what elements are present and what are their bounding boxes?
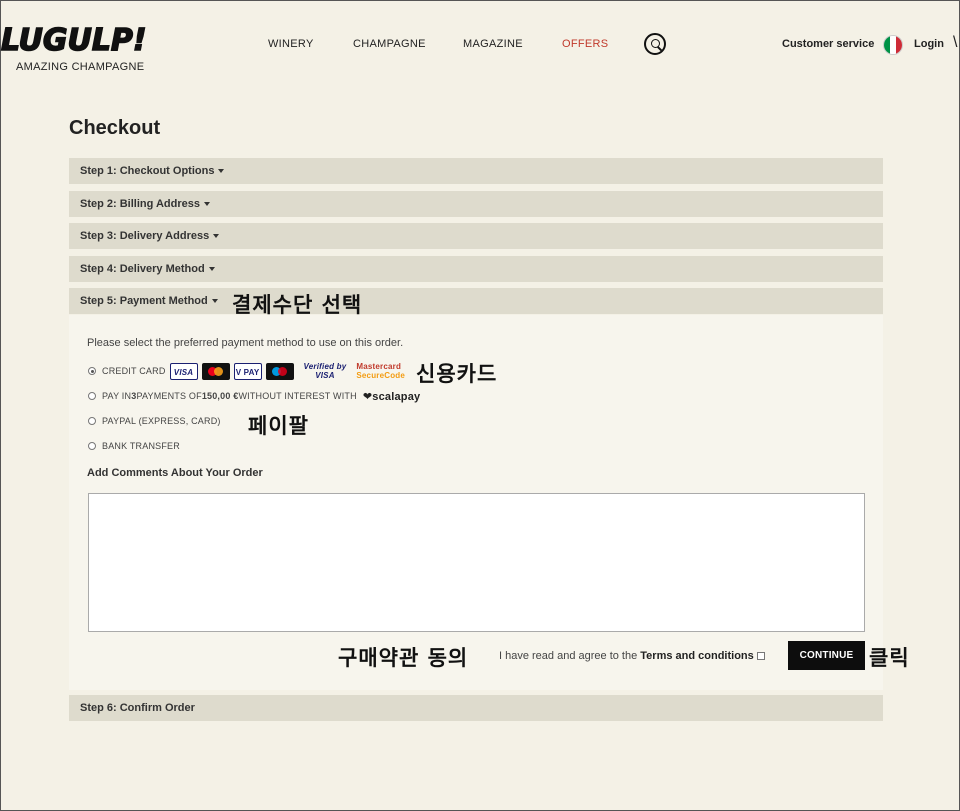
payment-option-credit-card[interactable]: CREDIT CARD VISA V PAY Verified by VISA M… [88,362,405,380]
agree-text: I have read and agree to the [499,650,641,662]
caret-down-icon [218,169,225,174]
radio-bank-transfer[interactable] [88,442,96,450]
caret-down-icon [208,267,215,272]
vpay-icon: V PAY [233,362,262,380]
payment-option-scalapay[interactable]: PAY IN 3 PAYMENTS OF 150,00 € WITHOUT IN… [88,388,420,404]
search-icon[interactable] [644,33,666,55]
maestro-icon [265,362,294,380]
terms-agreement: I have read and agree to the Terms and c… [499,650,765,662]
verified-line-1: Verified by [303,362,347,371]
nav-offers[interactable]: OFFERS [562,38,608,50]
visa-icon: VISA [169,362,198,380]
pay-in-amount: 150,00 € [201,391,239,401]
annotation-terms-agree: 구매약관 동의 [338,646,469,670]
annotation-paypal: 페이팔 [248,414,309,438]
step-delivery-address[interactable]: Step 3: Delivery Address [69,223,883,249]
step-label: Step 3: Delivery Address [80,230,210,242]
nav-magazine[interactable]: MAGAZINE [463,38,523,50]
step-confirm-order[interactable]: Step 6: Confirm Order [69,695,883,721]
step-label: Step 2: Billing Address [80,198,201,210]
cart-icon[interactable]: \ [953,34,957,52]
verified-line-2: VISA [315,371,335,380]
mastercard-securecode-icon: Mastercard SecureCode [356,362,405,380]
nav-champagne[interactable]: CHAMPAGNE [353,38,426,50]
annotation-credit-card: 신용카드 [416,362,498,386]
caret-down-icon [204,202,211,207]
step-label: Step 5: Payment Method [80,295,208,307]
pay-in-prefix: PAY IN [102,391,132,401]
comments-label: Add Comments About Your Order [87,467,263,479]
comments-textarea[interactable] [88,493,865,632]
nav-winery[interactable]: WINERY [268,38,314,50]
bank-transfer-label: BANK TRANSFER [102,441,180,451]
terms-checkbox[interactable] [756,652,765,661]
caret-down-icon [211,299,218,304]
verified-by-visa-icon: Verified by VISA [304,362,347,380]
payment-intro: Please select the preferred payment meth… [87,337,404,349]
radio-scalapay[interactable] [88,392,96,400]
step-payment-method[interactable]: Step 5: Payment Method [69,288,883,314]
step-label: Step 4: Delivery Method [80,263,205,275]
terms-link[interactable]: Terms and conditions [640,650,753,662]
caret-down-icon [213,234,220,239]
page-title: Checkout [69,117,161,139]
step-label: Step 6: Confirm Order [80,702,195,714]
annotation-payment-select: 결제수단 선택 [232,293,363,317]
annotation-click: 클릭 [869,646,910,670]
radio-credit-card[interactable] [88,367,96,375]
continue-button[interactable]: CONTINUE [788,641,865,670]
securecode-line-1: Mastercard [356,362,402,371]
paypal-label: PAYPAL (EXPRESS, CARD) [102,416,221,426]
step-billing-address[interactable]: Step 2: Billing Address [69,191,883,217]
login-link[interactable]: Login [914,38,944,50]
logo-subtitle: AMAZING CHAMPAGNE [16,61,145,73]
payment-option-bank-transfer[interactable]: BANK TRANSFER [88,438,180,454]
payment-option-paypal[interactable]: PAYPAL (EXPRESS, CARD) [88,413,221,429]
credit-card-label: CREDIT CARD [102,366,166,376]
site-header: LUGULP! AMAZING CHAMPAGNE WINERY CHAMPAG… [0,1,959,86]
scalapay-logo: ❤scalapay [362,390,421,403]
step-delivery-method[interactable]: Step 4: Delivery Method [69,256,883,282]
customer-service-link[interactable]: Customer service [782,38,874,50]
pay-in-suffix: WITHOUT INTEREST WITH [238,391,357,401]
step-label: Step 1: Checkout Options [80,165,215,177]
step-checkout-options[interactable]: Step 1: Checkout Options [69,158,883,184]
pay-in-mid: PAYMENTS OF [136,391,202,401]
securecode-line-2: SecureCode [356,371,406,380]
radio-paypal[interactable] [88,417,96,425]
italian-flag-icon[interactable] [883,35,903,55]
mastercard-icon [201,362,230,380]
